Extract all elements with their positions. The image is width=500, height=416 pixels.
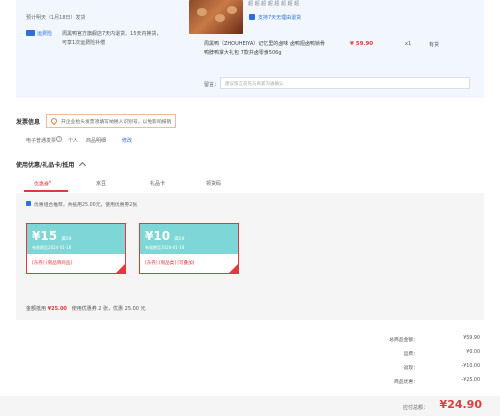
invoice-edit-link[interactable]: 修改 bbox=[122, 137, 132, 144]
tab-gift-card[interactable]: 礼品卡 bbox=[150, 180, 165, 187]
carrier-description: 周黑鸭官方旗舰店7天内退货、15天内换货，可享1次运费险补偿 bbox=[62, 31, 162, 46]
coupon-top: ¥15 满59 有效期至2024-01-18 bbox=[27, 224, 125, 254]
coupon-section-label: 使用优惠/礼品卡/抵用 bbox=[16, 162, 75, 169]
return-policy[interactable]: 支持7天无理由退货 bbox=[258, 14, 301, 21]
product-title[interactable]: 周黑鸭（ZHOUHEIYA）记忆里的卤味 卤鸭翅卤鸭锁骨鸭脖鸭掌大礼包 7款共卤… bbox=[204, 40, 329, 58]
food-piece bbox=[227, 6, 237, 14]
remark-label: 留言： bbox=[204, 82, 220, 88]
summary-label: 运费： bbox=[403, 352, 418, 357]
return-policy-icon bbox=[249, 14, 255, 20]
tab-coupons-label: 优惠券 bbox=[34, 181, 50, 188]
pay-total-label: 应付总额： bbox=[402, 405, 428, 411]
coupon-top: ¥10 满59 有效期至2024-01-18 bbox=[140, 224, 238, 254]
deduct-amount: ¥25.00 bbox=[47, 306, 67, 312]
coupon-section-title[interactable]: 使用优惠/礼品卡/抵用 bbox=[16, 160, 87, 170]
tab-badge: 8 bbox=[49, 180, 52, 184]
coupon-value: 10 bbox=[153, 229, 171, 243]
invoice-title: 发票信息 bbox=[16, 119, 41, 126]
summary-value: ¥0.00 bbox=[466, 350, 480, 355]
location-pin-icon bbox=[49, 116, 59, 126]
remark-input[interactable]: 建议留言前先与商家沟通确认 bbox=[220, 77, 470, 89]
summary-value: -¥10.00 bbox=[461, 364, 480, 369]
cut-off-text: 超 超 超 超 超 超 超 超 bbox=[248, 1, 300, 7]
summary-row: 总商品金额： ¥59.90 bbox=[340, 336, 480, 344]
coupon-card[interactable]: ¥15 满59 有效期至2024-01-18 [东券] [限品牌商品] bbox=[26, 223, 126, 274]
summary-label: 商品优惠： bbox=[394, 380, 418, 385]
invoice-type: 电子普通发票 bbox=[26, 138, 57, 144]
tab-coupons[interactable]: 优惠券8 bbox=[34, 180, 51, 188]
invoice-tip-text: 开企业抬头发票须填写纳税人识别号，以免影响报销 bbox=[61, 120, 172, 125]
carrier-name[interactable]: 运费险 bbox=[37, 30, 52, 37]
invoice-detail: 商品明细 bbox=[86, 138, 107, 144]
coupon-tabs: 优惠券8 京豆 礼品卡 领货码 bbox=[16, 175, 484, 193]
coupon-threshold: 满59 bbox=[174, 237, 185, 242]
coupon-threshold: 满59 bbox=[61, 237, 72, 242]
delivery-estimate: 预计明天（1月18日）发货 bbox=[26, 15, 86, 21]
coupon-amount: ¥10 满59 bbox=[145, 229, 184, 243]
coupon-panel: 优惠券8 京豆 礼品卡 领货码 优惠组合推荐，共抵用25.00元，使用优惠券2张… bbox=[16, 175, 484, 320]
summary-label: 返现： bbox=[403, 366, 418, 371]
product-price: ¥ 59.90 bbox=[350, 41, 374, 47]
food-piece bbox=[197, 8, 207, 16]
coupon-valid: 有效期至2024-01-18 bbox=[145, 245, 185, 250]
selected-corner-icon bbox=[116, 264, 125, 273]
checkbox-checked-icon[interactable] bbox=[26, 201, 31, 206]
chevron-up-icon[interactable] bbox=[79, 161, 87, 170]
coupon-amount: ¥15 满59 bbox=[32, 229, 71, 243]
deduct-detail: 使用优惠券 2 张，优惠 25.00 元 bbox=[71, 306, 146, 312]
active-tab-underline bbox=[24, 190, 68, 192]
help-icon[interactable]: ? bbox=[56, 136, 62, 142]
summary-value: ¥59.90 bbox=[463, 336, 480, 341]
coupon-card[interactable]: ¥10 满59 有效期至2024-01-18 [东券] [限品类] [可叠加] bbox=[139, 223, 239, 274]
selected-corner-icon bbox=[229, 264, 238, 273]
summary-value: -¥25.00 bbox=[461, 378, 480, 383]
deduct-label: 金额抵用 bbox=[26, 306, 47, 312]
coupon-tags: [东券] [限品牌商品] bbox=[32, 261, 72, 266]
shield-icon bbox=[26, 30, 35, 36]
summary-row: 运费： ¥0.00 bbox=[340, 350, 480, 358]
food-piece bbox=[215, 14, 225, 22]
invoice-tip: 开企业抬头发票须填写纳税人识别号，以免影响报销 bbox=[46, 114, 177, 128]
product-image[interactable] bbox=[189, 0, 243, 34]
coupon-tags: [东券] [限品类] [可叠加] bbox=[145, 261, 195, 266]
summary-row: 返现： -¥10.00 bbox=[340, 364, 480, 372]
tab-jingdou[interactable]: 京豆 bbox=[96, 180, 106, 187]
product-quantity: x1 bbox=[405, 41, 412, 47]
combine-recommend[interactable]: 优惠组合推荐，共抵用25.00元，使用优惠券2张 bbox=[26, 201, 137, 208]
coupon-valid: 有效期至2024-01-18 bbox=[32, 245, 72, 250]
combine-text: 优惠组合推荐，共抵用25.00元，使用优惠券2张 bbox=[34, 203, 138, 208]
summary-row: 商品优惠： -¥25.00 bbox=[340, 378, 480, 386]
invoice-person: 个人 bbox=[68, 138, 79, 144]
coupon-value: 15 bbox=[40, 229, 58, 243]
pay-total-value: ¥24.90 bbox=[439, 398, 482, 411]
summary-label: 总商品金额： bbox=[389, 338, 418, 343]
stock-status: 有货 bbox=[429, 42, 440, 48]
order-block: 预计明天（1月18日）发货 运费险 周黑鸭官方旗舰店7天内退货、15天内换货，可… bbox=[16, 0, 484, 98]
deduct-summary: 金额抵用 ¥25.00 使用优惠券 2 张，优惠 25.00 元 bbox=[26, 305, 146, 312]
tab-redeem-code[interactable]: 领货码 bbox=[206, 180, 221, 187]
